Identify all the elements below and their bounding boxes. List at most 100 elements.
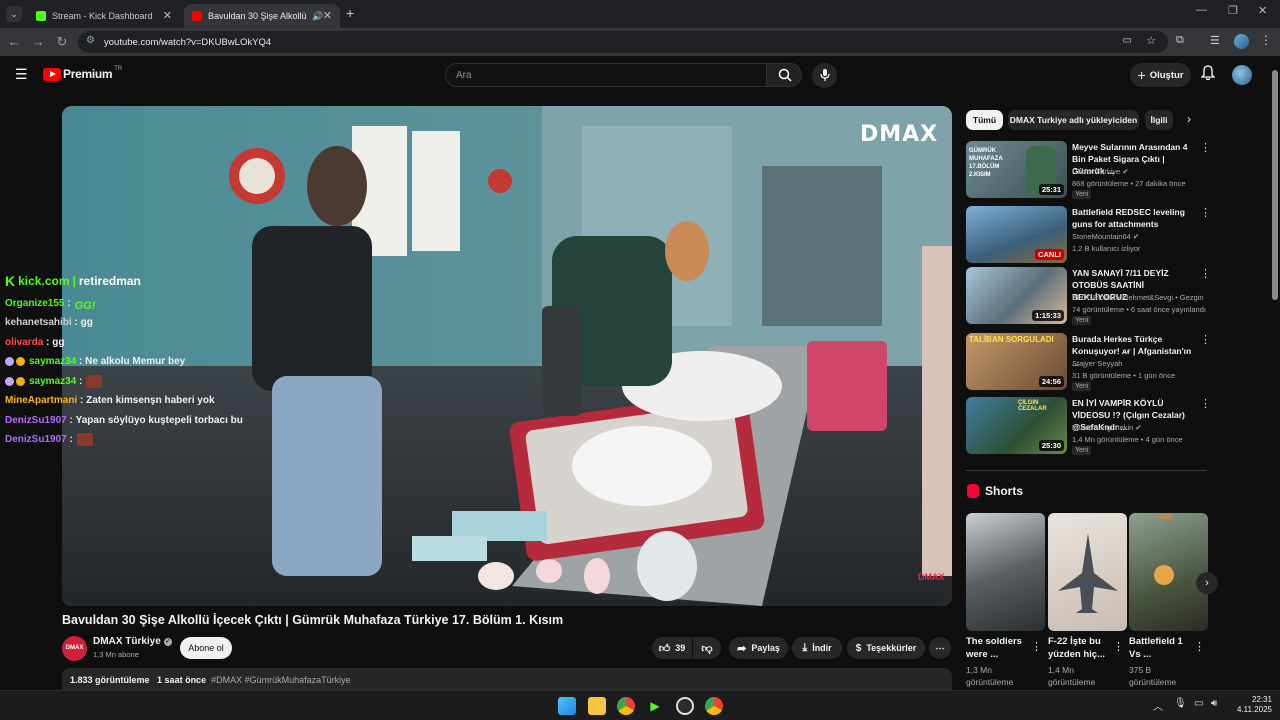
- video-duration: 25:31: [1038, 184, 1064, 195]
- more-vertical-icon[interactable]: ⋮: [1113, 640, 1124, 653]
- download-icon: ⤓: [802, 641, 808, 654]
- reload-button[interactable]: ↻: [54, 34, 70, 50]
- channel-avatar[interactable]: DMAX: [62, 636, 87, 661]
- chat-text: Ne alkolu Memur bey: [85, 356, 186, 367]
- thumbs-down-icon: 👎︎: [701, 642, 713, 655]
- shorts-logo-icon: [967, 484, 979, 498]
- share-label: Paylaş: [751, 643, 780, 653]
- forward-button[interactable]: →: [30, 34, 46, 49]
- more-vertical-icon[interactable]: ⋮: [1200, 333, 1211, 346]
- dislike-button[interactable]: 👎︎: [693, 637, 721, 659]
- hashtags[interactable]: #DMAX #GümrükMuhafazaTürkiye: [211, 675, 351, 685]
- video-meta: 1,2 B kullanıcı izliyor: [1072, 244, 1141, 253]
- chip-related[interactable]: İlgili: [1145, 110, 1173, 130]
- tray-chevron-icon[interactable]: ︿: [1153, 698, 1163, 713]
- clock[interactable]: 22:31 4.11.2025: [1232, 695, 1272, 715]
- description-box[interactable]: 1.833 görüntüleme 1 saat önce #DMAX #Güm…: [62, 668, 952, 692]
- restore-button[interactable]: ❐: [1228, 4, 1238, 17]
- youtube-logo[interactable]: Premium TR: [43, 66, 122, 81]
- clock-date: 4.11.2025: [1237, 705, 1272, 714]
- video-title: Bavuldan 30 Şişe Alkollü İçecek Çıktı | …: [62, 613, 564, 627]
- kick-app-icon[interactable]: ▶: [646, 697, 664, 715]
- extensions-icon[interactable]: ⧉: [1176, 34, 1184, 47]
- more-vertical-icon[interactable]: ⋮: [1200, 206, 1211, 219]
- more-horizontal-icon: ⋯: [935, 642, 945, 653]
- thumbnail-text: 2025: [1159, 515, 1173, 521]
- chrome-icon[interactable]: [617, 697, 635, 715]
- video-thumbnail[interactable]: CANLI: [966, 206, 1067, 263]
- site-info-icon[interactable]: ⚙: [86, 35, 95, 46]
- short-thumbnail[interactable]: [966, 513, 1045, 631]
- tab-search-button[interactable]: ⌄: [6, 6, 22, 22]
- reading-list-icon[interactable]: ☰: [1210, 34, 1220, 47]
- more-vertical-icon[interactable]: ⋮: [1031, 640, 1042, 653]
- obs-icon[interactable]: [676, 697, 694, 715]
- chrome-profile-icon[interactable]: [705, 697, 723, 715]
- more-actions-button[interactable]: ⋯: [929, 637, 951, 659]
- create-button[interactable]: + Oluştur: [1130, 63, 1191, 87]
- more-vertical-icon[interactable]: ⋮: [1200, 397, 1211, 410]
- speaker-icon[interactable]: 🔊: [312, 11, 323, 22]
- short-thumbnail[interactable]: 2025: [1129, 513, 1208, 631]
- thanks-label: Teşekkürler: [866, 643, 917, 653]
- page-scrollbar[interactable]: [1272, 70, 1278, 300]
- hamburger-menu-icon[interactable]: ☰: [15, 66, 28, 83]
- tab-youtube-video[interactable]: Bavuldan 30 Şişe Alkollü İç 🔊 ✕: [184, 4, 340, 28]
- recommendation-item[interactable]: ÇILGIN CEZALAR 25:30 EN İYİ VAMPİR KÖYLÜ…: [966, 397, 1211, 455]
- download-button[interactable]: ⤓ İndir: [792, 637, 842, 659]
- chip-all[interactable]: Tümü: [966, 110, 1003, 130]
- more-vertical-icon[interactable]: ⋮: [1200, 141, 1211, 154]
- windows-start-icon[interactable]: [558, 697, 576, 715]
- notifications-bell-icon[interactable]: [1200, 65, 1216, 86]
- channel-name[interactable]: DMAX Türkiye ✓: [93, 636, 172, 647]
- chat-text: Zaten kimsenşn haberi yok: [86, 395, 215, 406]
- chevron-right-icon[interactable]: ›: [1187, 112, 1191, 126]
- profile-avatar[interactable]: [1234, 34, 1249, 49]
- recommendation-item[interactable]: 1:15:33 YAN SANAYİ 7/11 DEYİZ OTOBÜS SAA…: [966, 267, 1211, 325]
- close-icon[interactable]: ✕: [163, 9, 172, 22]
- recommendation-item[interactable]: GÜMRÜK MUHAFAZA 17.BÖLÜM 2.KISIM 25:31 M…: [966, 141, 1211, 199]
- close-icon[interactable]: ✕: [323, 9, 332, 22]
- volume-tray-icon[interactable]: 🔊︎: [1211, 698, 1217, 709]
- like-button[interactable]: 👍︎ 39: [652, 637, 692, 659]
- share-button[interactable]: ➦ Paylaş: [729, 637, 788, 659]
- bookmark-star-icon[interactable]: ☆: [1146, 34, 1156, 47]
- download-label: İndir: [812, 643, 832, 653]
- more-vertical-icon[interactable]: ⋮: [1200, 267, 1211, 280]
- video-thumbnail[interactable]: TALİBAN SORGULADI 24:56: [966, 333, 1067, 390]
- more-vertical-icon[interactable]: ⋮: [1194, 640, 1205, 653]
- shorts-next-button[interactable]: ›: [1196, 572, 1218, 594]
- logo-text: Premium: [63, 67, 113, 81]
- video-thumbnail[interactable]: 1:15:33: [966, 267, 1067, 324]
- video-thumbnail[interactable]: ÇILGIN CEZALAR 25:30: [966, 397, 1067, 454]
- cast-icon[interactable]: ▭: [1123, 35, 1132, 46]
- short-thumbnail[interactable]: [1048, 513, 1127, 631]
- tab-label: Stream - Kick Dashboard: [52, 11, 153, 21]
- file-explorer-icon[interactable]: [588, 697, 606, 715]
- voice-search-button[interactable]: [812, 63, 837, 88]
- youtube-play-icon: [43, 67, 61, 81]
- dmax-corner-logo: DMAX: [918, 572, 945, 582]
- address-bar[interactable]: ⚙ youtube.com/watch?v=DKUBwLOkYQ4 ▭ ☆: [78, 31, 1168, 53]
- recommendation-item[interactable]: TALİBAN SORGULADI 24:56 Burada Herkes Tü…: [966, 333, 1211, 391]
- video-meta: 74 görüntüleme • 6 saat önce yayınlandı: [1072, 305, 1206, 314]
- chip-from-uploader[interactable]: DMAX Turkiye adlı yükleyiciden: [1008, 110, 1139, 130]
- chat-message: DenizSu1907 : Yapan söylüyo kuştepeli to…: [5, 411, 325, 431]
- microphone-tray-icon[interactable]: 🎙︎: [1174, 698, 1187, 709]
- video-thumbnail[interactable]: GÜMRÜK MUHAFAZA 17.BÖLÜM 2.KISIM 25:31: [966, 141, 1067, 198]
- account-avatar[interactable]: [1232, 65, 1252, 85]
- subscribe-button[interactable]: Abone ol: [180, 637, 232, 659]
- recommendation-item[interactable]: CANLI Battlefield REDSEC leveling guns f…: [966, 206, 1211, 264]
- short-views: 375 Bgörüntüleme: [1129, 665, 1177, 687]
- window-close-button[interactable]: ✕: [1258, 4, 1267, 17]
- display-tray-icon[interactable]: ▭: [1194, 698, 1203, 709]
- search-input[interactable]: Ara: [445, 63, 767, 87]
- search-button[interactable]: [766, 63, 802, 87]
- new-tab-button[interactable]: +: [346, 5, 354, 21]
- menu-icon[interactable]: ⋮: [1260, 33, 1272, 47]
- back-button[interactable]: ←: [6, 34, 22, 49]
- video-meta: 31 B görüntüleme • 1 gün önce: [1072, 371, 1176, 380]
- minimize-button[interactable]: —: [1196, 4, 1207, 16]
- thanks-button[interactable]: $ Teşekkürler: [847, 637, 925, 659]
- tab-kick-dashboard[interactable]: Stream - Kick Dashboard ✕: [28, 4, 180, 28]
